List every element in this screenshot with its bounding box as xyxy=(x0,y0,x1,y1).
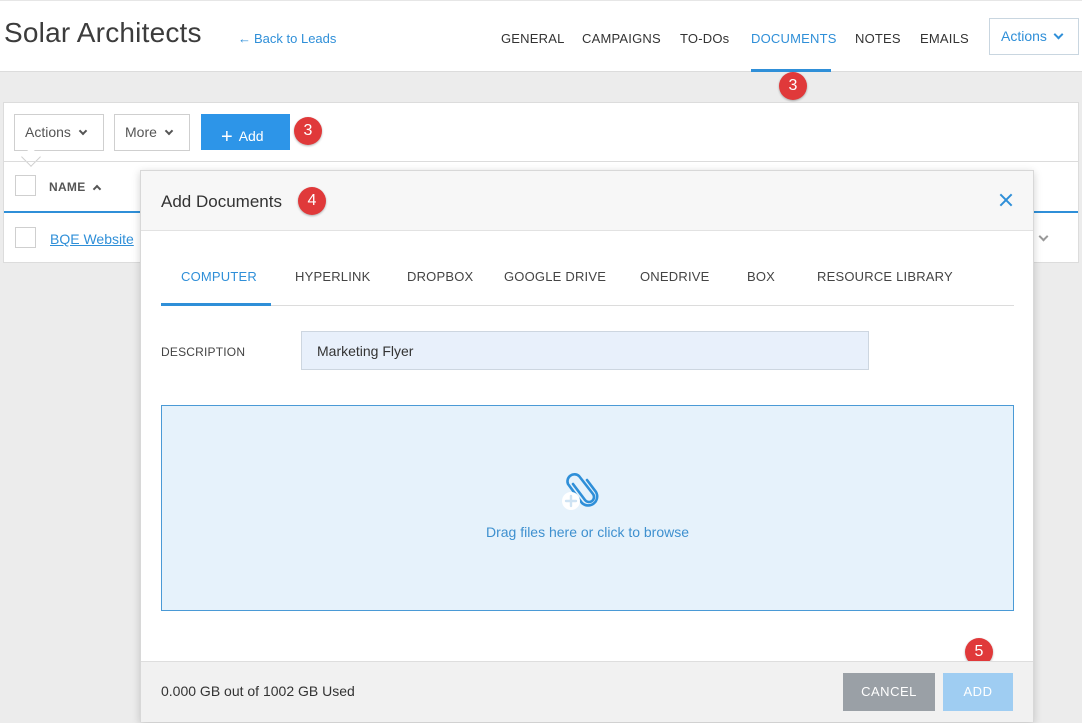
name-column-header[interactable]: NAME xyxy=(49,180,101,194)
add-documents-button[interactable]: ADD xyxy=(943,673,1013,711)
tab-box[interactable]: BOX xyxy=(747,269,775,284)
cancel-button[interactable]: CANCEL xyxy=(843,673,935,711)
tab-hyperlink[interactable]: HYPERLINK xyxy=(295,269,371,284)
close-icon[interactable] xyxy=(999,193,1013,207)
back-to-leads-link[interactable]: ← Back to Leads xyxy=(238,31,336,46)
header-actions-dropdown[interactable]: Actions xyxy=(989,18,1079,55)
more-label: More xyxy=(125,124,157,140)
toolbar-divider xyxy=(4,161,1078,162)
tab-campaigns[interactable]: CAMPAIGNS xyxy=(582,31,661,46)
sort-ascending-icon xyxy=(92,184,101,194)
more-dropdown-button[interactable]: More xyxy=(114,114,190,151)
chevron-down-icon xyxy=(1038,231,1049,242)
tab-general[interactable]: GENERAL xyxy=(501,31,565,46)
storage-usage-text: 0.000 GB out of 1002 GB Used xyxy=(161,683,355,699)
page-header: Solar Architects ← Back to Leads GENERAL … xyxy=(0,0,1082,72)
tab-documents[interactable]: DOCUMENTS xyxy=(751,31,837,46)
add-button-label: Add xyxy=(238,128,264,144)
chevron-down-icon xyxy=(164,126,174,136)
tab-onedrive[interactable]: ONEDRIVE xyxy=(640,269,710,284)
modal-title: Add Documents xyxy=(161,192,282,211)
active-modal-tab-indicator xyxy=(161,303,271,306)
row-checkbox[interactable] xyxy=(15,227,36,248)
tab-notes[interactable]: NOTES xyxy=(855,31,901,46)
select-all-checkbox[interactable] xyxy=(15,175,36,196)
add-documents-modal: Add Documents 4 COMPUTER HYPERLINK DROPB… xyxy=(140,170,1034,722)
step-badge-documents: 3 xyxy=(779,72,807,100)
tab-google-drive[interactable]: GOOGLE DRIVE xyxy=(504,269,606,284)
name-column-label: NAME xyxy=(49,180,86,194)
tab-computer[interactable]: COMPUTER xyxy=(181,269,257,284)
step-badge-add: 3 xyxy=(294,117,322,145)
file-dropzone[interactable]: Drag files here or click to browse xyxy=(161,405,1014,611)
actions-dropdown-button[interactable]: Actions xyxy=(14,114,104,151)
dropzone-text: Drag files here or click to browse xyxy=(485,524,690,540)
description-label: DESCRIPTION xyxy=(161,345,246,359)
tab-emails[interactable]: EMAILS xyxy=(920,31,969,46)
modal-footer: 0.000 GB out of 1002 GB Used CANCEL ADD xyxy=(141,661,1033,722)
paperclip-add-icon xyxy=(562,473,599,510)
header-actions-label: Actions xyxy=(1001,28,1047,44)
actions-label: Actions xyxy=(25,124,71,140)
back-link-label: Back to Leads xyxy=(254,31,337,46)
document-row-link[interactable]: BQE Website xyxy=(50,231,134,247)
modal-header: Add Documents 4 xyxy=(141,171,1033,231)
modal-tabs-divider xyxy=(161,305,1014,306)
tab-resource-library[interactable]: RESOURCE LIBRARY xyxy=(817,269,953,284)
chevron-down-icon xyxy=(78,126,88,136)
page-title: Solar Architects xyxy=(4,17,202,48)
description-input[interactable] xyxy=(301,331,869,370)
tab-dropbox[interactable]: DROPBOX xyxy=(407,269,473,284)
back-arrow-icon: ← xyxy=(238,31,251,46)
row-expand-button[interactable] xyxy=(1038,230,1049,248)
tab-todos[interactable]: TO-DOs xyxy=(680,31,729,46)
chevron-down-icon xyxy=(1053,29,1064,40)
add-document-button[interactable]: + Add xyxy=(201,114,290,150)
plus-icon: + xyxy=(221,126,233,148)
step-badge-modal: 4 xyxy=(298,187,326,215)
